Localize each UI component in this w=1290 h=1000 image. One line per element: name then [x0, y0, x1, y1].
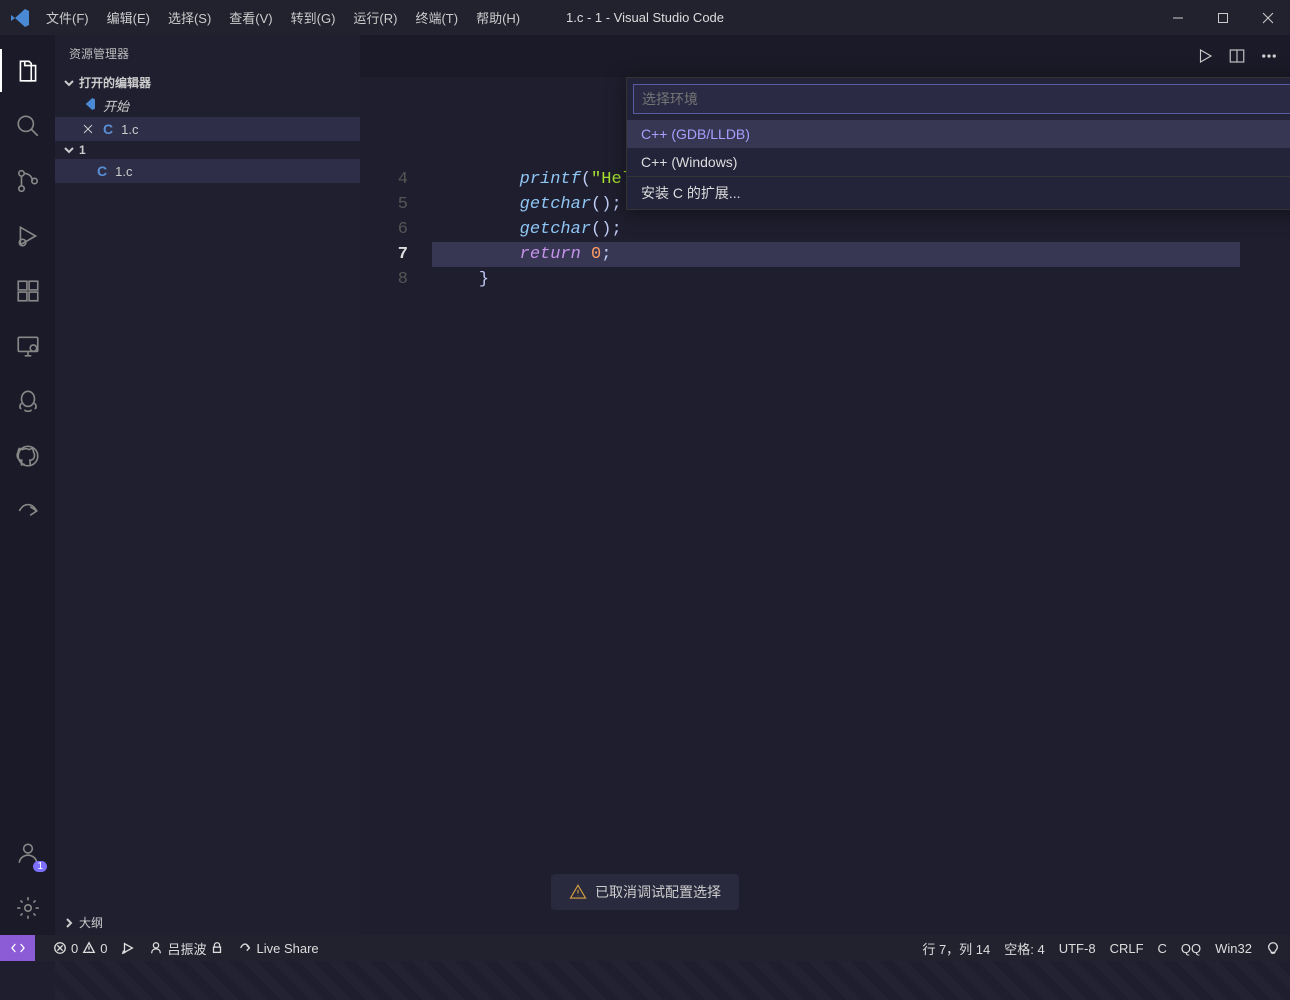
activity-run-debug[interactable] [0, 208, 55, 263]
activity-source-control[interactable] [0, 153, 55, 208]
open-editor-label: 开始 [103, 96, 129, 115]
remote-indicator[interactable] [0, 935, 35, 961]
activity-explorer[interactable] [0, 43, 55, 98]
status-live-share[interactable]: Live Share [238, 941, 318, 956]
environment-picker: C++ (GDB/LLDB) C++ (Windows) 安装 C 的扩展... [626, 77, 1290, 210]
activity-qq[interactable] [0, 373, 55, 428]
toast-message: 已取消调试配置选择 [595, 882, 721, 902]
environment-input-wrapper [633, 84, 1290, 114]
status-encoding[interactable]: UTF-8 [1059, 941, 1096, 956]
close-button[interactable] [1245, 0, 1290, 35]
folder-name: 1 [79, 143, 86, 157]
menu-bar: 文件(F) 编辑(E) 选择(S) 查看(V) 转到(G) 运行(R) 终端(T… [38, 4, 528, 31]
environment-input[interactable] [642, 91, 1290, 107]
accounts-badge: 1 [33, 861, 47, 872]
line-gutter: 45678 [360, 167, 432, 935]
c-file-icon: C [95, 163, 109, 179]
menu-file[interactable]: 文件(F) [38, 4, 97, 31]
code-lines: printf("Hello CSDN"); getchar(); getchar… [432, 167, 1290, 935]
menu-view[interactable]: 查看(V) [221, 4, 280, 31]
menu-go[interactable]: 转到(G) [283, 4, 344, 31]
file-label: 1.c [115, 164, 132, 179]
activity-extensions[interactable] [0, 263, 55, 318]
editor-tab-row [360, 35, 1290, 77]
explorer-header: 资源管理器 [55, 35, 360, 72]
status-eol[interactable]: CRLF [1110, 941, 1144, 956]
activity-github[interactable] [0, 428, 55, 483]
menu-help[interactable]: 帮助(H) [468, 4, 528, 31]
status-qq[interactable]: QQ [1181, 941, 1201, 956]
status-platform[interactable]: Win32 [1215, 941, 1252, 956]
open-editor-label: 1.c [121, 122, 138, 137]
outline-section[interactable]: 大纲 [55, 910, 360, 935]
window-title: 1.c - 1 - Visual Studio Code [566, 10, 724, 25]
status-user[interactable]: 吕振波 [149, 939, 224, 958]
warning-icon [569, 883, 587, 901]
explorer-sidebar: 资源管理器 打开的编辑器 开始 C 1.c 1 C 1.c 大纲 [55, 35, 360, 935]
run-icon[interactable] [1196, 47, 1214, 65]
status-spaces[interactable]: 空格: 4 [1004, 939, 1044, 958]
folder-section[interactable]: 1 [55, 141, 360, 159]
menu-selection[interactable]: 选择(S) [160, 4, 219, 31]
outline-label: 大纲 [79, 914, 103, 931]
activity-accounts[interactable]: 1 [0, 825, 55, 880]
menu-edit[interactable]: 编辑(E) [99, 4, 158, 31]
env-install-extensions[interactable]: 安装 C 的扩展... [627, 176, 1290, 209]
activity-search[interactable] [0, 98, 55, 153]
maximize-button[interactable] [1200, 0, 1245, 35]
activity-share[interactable] [0, 483, 55, 538]
status-debug[interactable] [121, 941, 135, 955]
status-problems[interactable]: 0 0 [53, 941, 107, 956]
status-cursor[interactable]: 行 7，列 14 [922, 939, 990, 958]
open-editor-file[interactable]: C 1.c [55, 117, 360, 141]
env-option-windows[interactable]: C++ (Windows) [627, 148, 1290, 176]
open-editor-welcome[interactable]: 开始 [55, 93, 360, 117]
menu-terminal[interactable]: 终端(T) [407, 4, 466, 31]
titlebar: 文件(F) 编辑(E) 选择(S) 查看(V) 转到(G) 运行(R) 终端(T… [0, 0, 1290, 35]
status-language[interactable]: C [1158, 941, 1167, 956]
minimize-button[interactable] [1155, 0, 1200, 35]
open-editors-label: 打开的编辑器 [79, 74, 151, 91]
status-bar: 0 0 吕振波 Live Share 行 7，列 14 空格: 4 UTF-8 … [0, 935, 1290, 961]
activity-remote-explorer[interactable] [0, 318, 55, 373]
split-editor-icon[interactable] [1228, 47, 1246, 65]
lock-icon [210, 941, 224, 955]
activity-bar: 1 [0, 35, 55, 935]
watermark [55, 961, 1290, 1000]
more-icon[interactable] [1260, 47, 1278, 65]
vscode-logo-icon [8, 6, 32, 30]
status-feedback[interactable] [1266, 941, 1280, 955]
activity-settings[interactable] [0, 880, 55, 935]
file-item[interactable]: C 1.c [55, 159, 360, 183]
open-editors-section[interactable]: 打开的编辑器 [55, 72, 360, 93]
c-file-icon: C [101, 121, 115, 137]
vscode-icon [81, 96, 97, 115]
editor-area: C++ (GDB/LLDB) C++ (Windows) 安装 C 的扩展...… [360, 35, 1290, 935]
close-icon[interactable] [81, 123, 95, 135]
menu-run[interactable]: 运行(R) [345, 4, 405, 31]
toast-notification: 已取消调试配置选择 [551, 874, 739, 910]
env-option-gdb-lldb[interactable]: C++ (GDB/LLDB) [627, 120, 1290, 148]
